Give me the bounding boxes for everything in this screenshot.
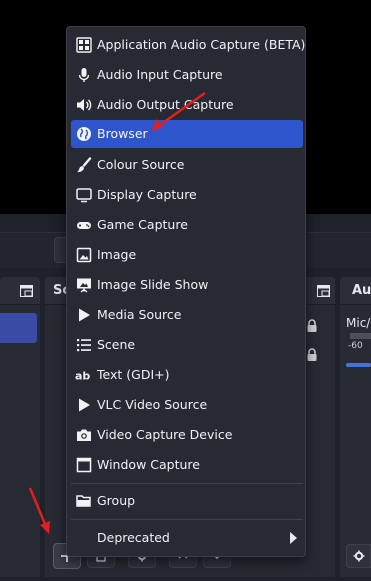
menu-item-group[interactable]: Group: [71, 487, 303, 515]
play-icon: [75, 306, 93, 324]
menu-item-label: Application Audio Capture (BETA): [97, 37, 306, 52]
audio-mixer-panel-title: Au: [352, 283, 371, 298]
scenes-panel-header: [0, 277, 40, 305]
scene-list-item-selected[interactable]: [0, 313, 37, 343]
mixer-channel-label: Mic/: [346, 316, 371, 330]
image-icon: [75, 246, 93, 264]
menu-item-deprecated[interactable]: Deprecated: [71, 524, 303, 552]
menu-item-label: Browser: [97, 126, 148, 141]
menu-item-label: Window Capture: [97, 457, 200, 472]
audio-mixer-panel-header: Au: [340, 277, 371, 305]
menu-item-label: Media Source: [97, 307, 182, 322]
lock-icon[interactable]: [306, 319, 318, 333]
window-icon: [75, 456, 93, 474]
mixer-settings-button[interactable]: [346, 544, 371, 568]
menu-separator: [71, 519, 303, 520]
list-icon: [75, 336, 93, 354]
volume-slider[interactable]: [346, 363, 371, 367]
gear-icon: [353, 550, 364, 562]
microphone-icon: [75, 66, 93, 84]
menu-item-label: Game Capture: [97, 217, 188, 232]
menu-item-audio-output-capture[interactable]: Audio Output Capture: [71, 91, 303, 119]
menu-item-video-capture-device[interactable]: Video Capture Device: [71, 421, 303, 449]
paintbrush-icon: [75, 156, 93, 174]
menu-item-label: Image Slide Show: [97, 277, 209, 292]
menu-item-label: Group: [97, 493, 136, 508]
undock-icon[interactable]: [20, 285, 33, 297]
add-source-menu: Application Audio Capture (BETA) Audio I…: [66, 26, 306, 557]
meter-scale-label: -60: [348, 341, 363, 351]
globe-icon: [75, 125, 93, 143]
menu-item-colour-source[interactable]: Colour Source: [71, 151, 303, 179]
menu-item-image[interactable]: Image: [71, 241, 303, 269]
menu-item-display-capture[interactable]: Display Capture: [71, 181, 303, 209]
menu-item-browser[interactable]: Browser: [71, 120, 303, 148]
menu-item-label: Video Capture Device: [97, 427, 233, 442]
menu-item-label: Display Capture: [97, 187, 197, 202]
menu-item-label: Deprecated: [97, 530, 170, 545]
menu-item-label: Audio Input Capture: [97, 67, 223, 82]
volume-meter: [350, 333, 371, 339]
menu-separator: [71, 483, 303, 484]
menu-item-label: VLC Video Source: [97, 397, 208, 412]
menu-item-media-source[interactable]: Media Source: [71, 301, 303, 329]
menu-item-audio-input-capture[interactable]: Audio Input Capture: [71, 61, 303, 89]
menu-item-application-audio-capture[interactable]: Application Audio Capture (BETA): [71, 31, 306, 59]
slideshow-icon: [75, 276, 93, 294]
text-icon: ab: [75, 366, 93, 384]
menu-item-text-gdi[interactable]: ab Text (GDI+): [71, 361, 303, 389]
menu-item-window-capture[interactable]: Window Capture: [71, 451, 303, 479]
menu-item-vlc-video-source[interactable]: VLC Video Source: [71, 391, 303, 419]
application-audio-icon: [75, 36, 93, 54]
scenes-list: [0, 305, 40, 577]
menu-item-label: Colour Source: [97, 157, 185, 172]
undock-icon[interactable]: [317, 285, 330, 297]
menu-item-label: Scene: [97, 337, 136, 352]
submenu-arrow-icon: [290, 532, 297, 544]
monitor-icon: [75, 186, 93, 204]
menu-item-image-slide-show[interactable]: Image Slide Show: [71, 271, 303, 299]
menu-item-label: Audio Output Capture: [97, 97, 234, 112]
menu-item-label: Image: [97, 247, 137, 262]
folder-icon: [75, 492, 93, 510]
gamepad-icon: [75, 216, 93, 234]
svg-text:ab: ab: [75, 370, 90, 383]
menu-item-scene[interactable]: Scene: [71, 331, 303, 359]
vlc-play-icon: [75, 396, 93, 414]
menu-item-game-capture[interactable]: Game Capture: [71, 211, 303, 239]
lock-icon[interactable]: [306, 348, 318, 362]
camera-icon: [75, 426, 93, 444]
menu-item-label: Text (GDI+): [97, 367, 170, 382]
speaker-icon: [75, 96, 93, 114]
